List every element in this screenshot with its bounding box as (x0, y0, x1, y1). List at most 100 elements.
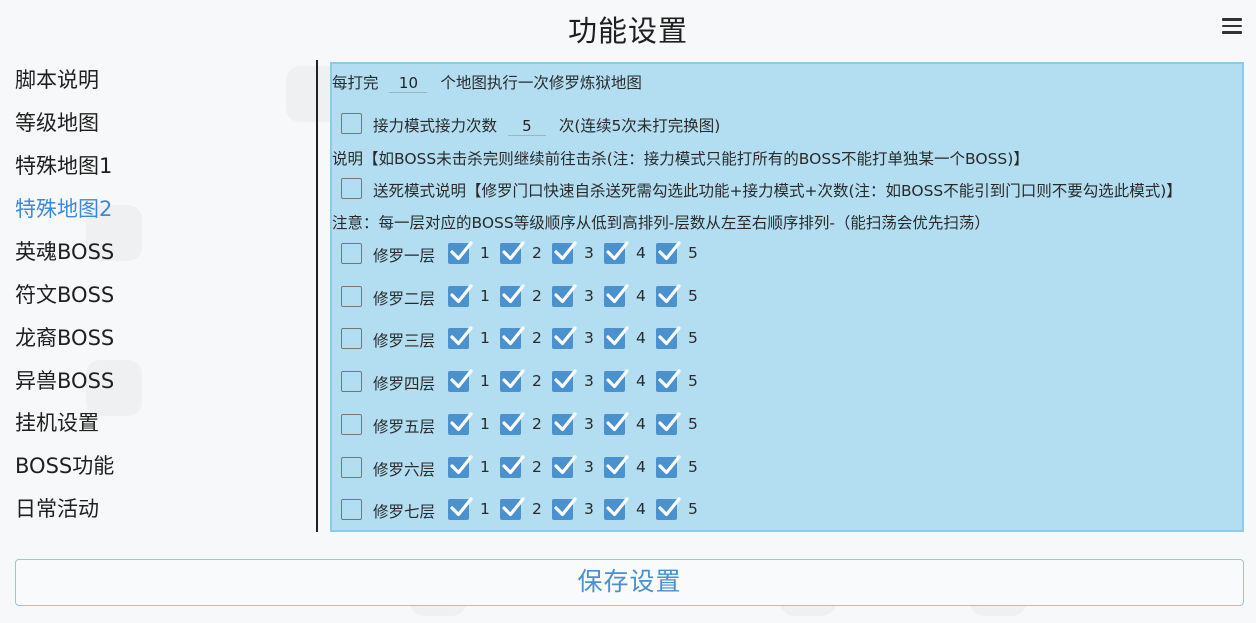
boss-level-label: 4 (636, 244, 646, 262)
boss-level-label: 4 (636, 329, 646, 347)
app-header: 功能设置 (0, 0, 1256, 56)
boss-level-checkbox[interactable] (500, 284, 525, 307)
boss-level-checkbox[interactable] (500, 326, 525, 349)
boss-level-checkbox[interactable] (656, 241, 681, 264)
sidebar-item-special-map-1[interactable]: 特殊地图1 (15, 150, 112, 180)
relay-count-input[interactable]: 5 (507, 117, 546, 136)
suicide-mode-checkbox[interactable] (341, 178, 362, 199)
boss-level-label: 2 (532, 500, 542, 518)
relay-mode-row: 接力模式接力次数 5 次(连续5次未打完换图) (373, 114, 720, 136)
boss-level-checkbox[interactable] (656, 284, 681, 307)
floor-checkbox[interactable] (341, 499, 362, 520)
sidebar-item-beast-boss[interactable]: 异兽BOSS (15, 365, 114, 395)
floor-checkbox[interactable] (341, 243, 362, 264)
boss-level-label: 4 (636, 500, 646, 518)
boss-level-label: 1 (480, 244, 490, 262)
floor-label: 修罗五层 (373, 418, 436, 436)
boss-level-label: 3 (584, 458, 594, 476)
boss-level-checkbox[interactable] (656, 497, 681, 520)
boss-level-label: 1 (480, 287, 490, 305)
boss-level-checkbox[interactable] (604, 412, 629, 435)
boss-level-checkbox[interactable] (500, 497, 525, 520)
boss-level-checkbox[interactable] (552, 497, 577, 520)
relay-mode-suffix: 次(连续5次未打完换图) (558, 117, 721, 135)
save-settings-button[interactable]: 保存设置 (15, 559, 1244, 606)
floor-checkbox[interactable] (341, 457, 362, 478)
floor-order-note: 注意：每一层对应的BOSS等级顺序从低到高排列-层数从左至右顺序排列-（能扫荡会… (332, 214, 990, 232)
floor-label: 修罗二层 (373, 290, 436, 308)
boss-level-checkbox[interactable] (604, 241, 629, 264)
floor-checkbox[interactable] (341, 328, 362, 349)
boss-level-label: 1 (480, 458, 490, 476)
sidebar-item-boss-functions[interactable]: BOSS功能 (15, 450, 114, 480)
floor-checkbox[interactable] (341, 286, 362, 307)
sidebar-item-idle-settings[interactable]: 挂机设置 (15, 407, 99, 437)
suicide-mode-label: 送死模式说明【修罗门口快速自杀送死需勾选此功能+接力模式+次数(注：如BOSS不… (373, 182, 1182, 200)
boss-level-checkbox[interactable] (500, 455, 525, 478)
boss-level-checkbox[interactable] (500, 369, 525, 392)
boss-level-checkbox[interactable] (448, 455, 473, 478)
boss-level-checkbox[interactable] (448, 241, 473, 264)
boss-level-checkbox[interactable] (552, 455, 577, 478)
boss-level-checkbox[interactable] (500, 412, 525, 435)
boss-level-label: 3 (584, 287, 594, 305)
boss-level-checkbox[interactable] (656, 455, 681, 478)
floor-label: 修罗三层 (373, 332, 436, 350)
boss-level-checkbox[interactable] (552, 241, 577, 264)
sidebar-item-script-info[interactable]: 脚本说明 (15, 64, 99, 94)
map-interval-prefix: 每打完 (332, 74, 379, 92)
relay-mode-label: 接力模式接力次数 (373, 117, 498, 135)
sidebar-item-rune-boss[interactable]: 符文BOSS (15, 279, 114, 309)
boss-level-label: 5 (688, 415, 698, 433)
boss-level-checkbox[interactable] (604, 497, 629, 520)
sidebar-item-hero-soul-boss[interactable]: 英魂BOSS (15, 236, 114, 266)
boss-level-checkbox[interactable] (552, 326, 577, 349)
boss-level-checkbox[interactable] (552, 284, 577, 307)
boss-level-checkbox[interactable] (448, 284, 473, 307)
boss-level-label: 5 (688, 372, 698, 390)
boss-level-label: 2 (532, 415, 542, 433)
boss-level-label: 5 (688, 458, 698, 476)
floor-label: 修罗一层 (373, 247, 436, 265)
boss-level-label: 5 (688, 244, 698, 262)
sidebar-item-level-map[interactable]: 等级地图 (15, 107, 99, 137)
boss-level-checkbox[interactable] (448, 369, 473, 392)
boss-level-checkbox[interactable] (448, 326, 473, 349)
floor-checkbox[interactable] (341, 414, 362, 435)
boss-level-checkbox[interactable] (448, 497, 473, 520)
boss-level-checkbox[interactable] (500, 241, 525, 264)
boss-level-checkbox[interactable] (604, 326, 629, 349)
boss-level-label: 5 (688, 329, 698, 347)
boss-level-label: 3 (584, 244, 594, 262)
page-title: 功能设置 (567, 14, 688, 48)
map-interval-input[interactable]: 10 (389, 74, 428, 93)
boss-level-label: 2 (532, 372, 542, 390)
boss-level-label: 2 (532, 458, 542, 476)
hamburger-menu-icon[interactable] (1222, 17, 1244, 35)
boss-level-checkbox[interactable] (552, 412, 577, 435)
sidebar-item-dragon-boss[interactable]: 龙裔BOSS (15, 322, 114, 352)
boss-level-checkbox[interactable] (604, 369, 629, 392)
boss-level-label: 3 (584, 415, 594, 433)
boss-level-label: 1 (480, 372, 490, 390)
boss-level-label: 5 (688, 500, 698, 518)
boss-level-label: 4 (636, 458, 646, 476)
boss-level-checkbox[interactable] (656, 326, 681, 349)
boss-level-label: 4 (636, 372, 646, 390)
floor-label: 修罗六层 (373, 461, 436, 479)
relay-mode-checkbox[interactable] (341, 113, 362, 134)
boss-level-checkbox[interactable] (552, 369, 577, 392)
boss-level-label: 3 (584, 372, 594, 390)
sidebar-item-daily-events[interactable]: 日常活动 (15, 493, 99, 523)
boss-level-label: 4 (636, 415, 646, 433)
map-interval-row: 每打完 10 个地图执行一次修罗炼狱地图 (332, 71, 642, 93)
floor-checkbox[interactable] (341, 371, 362, 392)
boss-level-checkbox[interactable] (604, 455, 629, 478)
sidebar-item-special-map-2[interactable]: 特殊地图2 (15, 193, 112, 223)
boss-level-checkbox[interactable] (656, 369, 681, 392)
boss-level-label: 1 (480, 415, 490, 433)
boss-level-checkbox[interactable] (656, 412, 681, 435)
boss-level-checkbox[interactable] (604, 284, 629, 307)
boss-level-checkbox[interactable] (448, 412, 473, 435)
boss-level-label: 1 (480, 500, 490, 518)
